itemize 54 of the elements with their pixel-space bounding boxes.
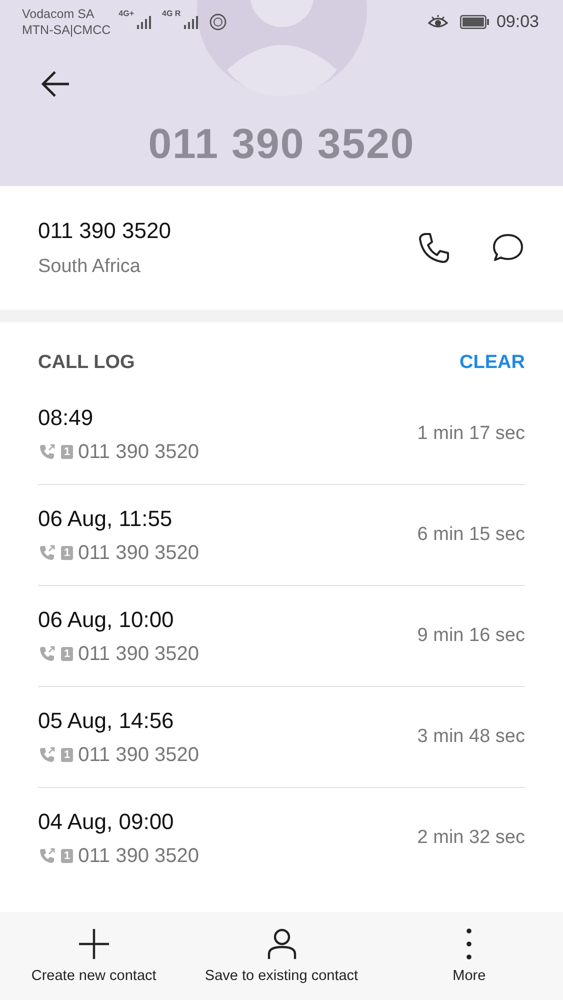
call-number: 011 390 3520 (78, 744, 199, 766)
signal-icon (182, 15, 199, 29)
call-duration: 9 min 16 sec (417, 625, 525, 647)
action-button[interactable]: Create new contact (0, 912, 188, 1000)
call-number: 011 390 3520 (78, 642, 199, 666)
clear-button[interactable]: CLEAR (460, 352, 525, 374)
call-log-row[interactable]: 06 Aug, 11:55 1 011 390 3520 6 min 15 sec (38, 485, 525, 586)
call-time: 08:49 (38, 404, 94, 430)
plus-icon (78, 928, 110, 960)
carrier-name: MTN-SA|CMCC (22, 22, 111, 38)
back-arrow-icon (40, 70, 70, 98)
carrier-name: Vodacom SA (22, 6, 96, 22)
call-number: 011 390 3520 (78, 542, 199, 564)
call-button[interactable] (417, 231, 451, 265)
outgoing-call-icon (38, 544, 56, 562)
more-button[interactable]: More (375, 912, 563, 1000)
call-duration: 1 min 17 sec (417, 423, 525, 445)
call-log-row[interactable]: 06 Aug, 10:00 1 011 390 3520 9 min 16 sec (38, 586, 525, 687)
outgoing-call-icon (38, 443, 56, 461)
outgoing-call-icon (38, 645, 56, 663)
sim-badge: 1 (61, 445, 74, 459)
action-button[interactable]: Save to existing contact (188, 912, 376, 1000)
eye-icon (428, 15, 448, 29)
signal-icon (136, 15, 152, 29)
sim-badge: 1 (61, 748, 74, 762)
network-type: 4G R (162, 9, 181, 18)
person-icon (266, 928, 298, 960)
outgoing-call-icon (38, 746, 56, 764)
phone-number: 011 390 3520 (38, 218, 172, 244)
call-duration: 2 min 32 sec (417, 827, 525, 849)
call-log-row[interactable]: 05 Aug, 14:56 1 011 390 3520 3 min 48 sec (38, 687, 525, 788)
sim-badge: 1 (61, 546, 74, 560)
phone-icon (417, 231, 451, 265)
wheel-icon (208, 13, 227, 31)
call-time: 05 Aug, 14:56 (38, 708, 175, 734)
status-time: 09:03 (496, 12, 539, 32)
call-number: 011 390 3520 (78, 440, 199, 464)
sim-badge: 1 (61, 849, 74, 863)
call-time: 06 Aug, 11:55 (38, 506, 174, 532)
location-label: South Africa (38, 256, 142, 278)
battery-icon (460, 15, 490, 29)
contact-number-title: 011 390 3520 (147, 120, 416, 168)
section-title: CALL LOG (38, 352, 135, 374)
call-duration: 3 min 48 sec (417, 726, 525, 748)
call-number: 011 390 3520 (78, 844, 199, 868)
more-icon (466, 928, 472, 960)
call-time: 06 Aug, 10:00 (38, 606, 175, 632)
network-type: 4G+ (118, 9, 134, 18)
sim-badge: 1 (61, 647, 74, 661)
outgoing-call-icon (38, 847, 56, 865)
call-log-row[interactable]: 04 Aug, 09:00 1 011 390 3520 2 min 32 sec (38, 788, 525, 888)
call-time: 04 Aug, 09:00 (38, 808, 175, 834)
call-log-row[interactable]: 08:49 1 011 390 3520 1 min 17 sec (38, 384, 525, 485)
call-duration: 6 min 15 sec (417, 524, 525, 546)
